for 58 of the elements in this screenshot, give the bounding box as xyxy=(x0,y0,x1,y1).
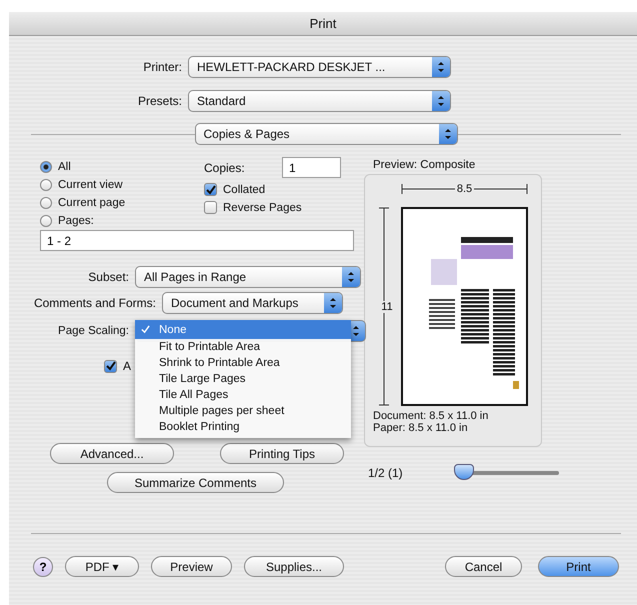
menu-item[interactable]: Multiple pages per sheet xyxy=(135,403,351,419)
checkbox[interactable] xyxy=(204,201,217,214)
page-scaling-label: Page Scaling: xyxy=(57,325,130,337)
checkmark-icon xyxy=(141,325,150,334)
menu-item[interactable]: Shrink to Printable Area xyxy=(135,355,351,371)
copies-field[interactable]: 1 xyxy=(282,157,341,178)
printer-popup[interactable]: HEWLETT-PACKARD DESKJET ... xyxy=(188,56,451,78)
stepper-icon xyxy=(432,57,450,77)
summarize-comments-button[interactable]: Summarize Comments xyxy=(107,472,284,493)
panel-popup[interactable]: Copies & Pages xyxy=(194,123,458,145)
radio-button[interactable] xyxy=(40,215,52,227)
window-title: Print xyxy=(9,12,637,36)
presets-label: Presets: xyxy=(136,94,183,108)
radio-button[interactable] xyxy=(40,197,52,209)
presets-popup[interactable]: Standard xyxy=(188,90,451,112)
stepper-icon xyxy=(438,124,456,144)
radio-label: Pages: xyxy=(58,215,94,227)
stepper-icon xyxy=(342,267,360,287)
comments-popup[interactable]: Document and Markups xyxy=(162,292,343,314)
checkbox-label: Collated xyxy=(223,184,266,196)
footer-button[interactable]: Supplies... xyxy=(244,556,344,577)
menu-item[interactable]: Tile All Pages xyxy=(135,387,351,403)
stepper-icon xyxy=(432,91,450,111)
stepper-icon xyxy=(324,293,342,313)
page-number: 1/2 (1) xyxy=(368,466,404,480)
print-button[interactable]: Print xyxy=(538,556,619,577)
checkbox-label: A xyxy=(123,359,132,373)
preview-title: Preview: Composite xyxy=(373,159,476,171)
menu-item[interactable]: Booklet Printing xyxy=(135,419,351,435)
footer-button[interactable]: Preview xyxy=(151,556,232,577)
width-label: 8.5 xyxy=(454,183,474,195)
copies-label: Copies: xyxy=(204,160,246,174)
slider-thumb[interactable] xyxy=(454,464,474,480)
radio-label: Current view xyxy=(58,179,123,191)
document-size: Document: 8.5 x 11.0 in xyxy=(373,410,490,422)
menu-item[interactable]: Tile Large Pages xyxy=(135,371,351,387)
dialog-button[interactable]: Printing Tips xyxy=(220,443,344,464)
subset-label: Subset: xyxy=(87,270,130,284)
printer-label: Printer: xyxy=(142,60,183,74)
height-label: 11 xyxy=(379,300,395,312)
radio-label: Current page xyxy=(58,197,126,209)
checkbox-label: Reverse Pages xyxy=(223,202,302,214)
paper-size: Paper: 8.5 x 11.0 in xyxy=(373,422,469,434)
radio-button[interactable] xyxy=(40,161,52,173)
help-button[interactable]: ? xyxy=(33,556,53,576)
checkbox[interactable] xyxy=(104,360,117,372)
dialog-button[interactable]: Advanced... xyxy=(50,443,174,464)
menu-item[interactable]: None xyxy=(135,320,351,339)
cancel-button[interactable]: Cancel xyxy=(445,556,522,577)
radio-button[interactable] xyxy=(40,179,52,191)
width-dimension-icon xyxy=(401,183,528,195)
pages-field[interactable]: 1 - 2 xyxy=(40,230,354,251)
radio-label: All xyxy=(58,161,71,173)
checkbox[interactable] xyxy=(204,183,217,196)
comments-label: Comments and Forms: xyxy=(32,296,157,310)
footer-button[interactable]: PDF ▾ xyxy=(65,556,139,577)
menu-item[interactable]: Fit to Printable Area xyxy=(135,339,351,355)
subset-popup[interactable]: All Pages in Range xyxy=(135,266,361,288)
